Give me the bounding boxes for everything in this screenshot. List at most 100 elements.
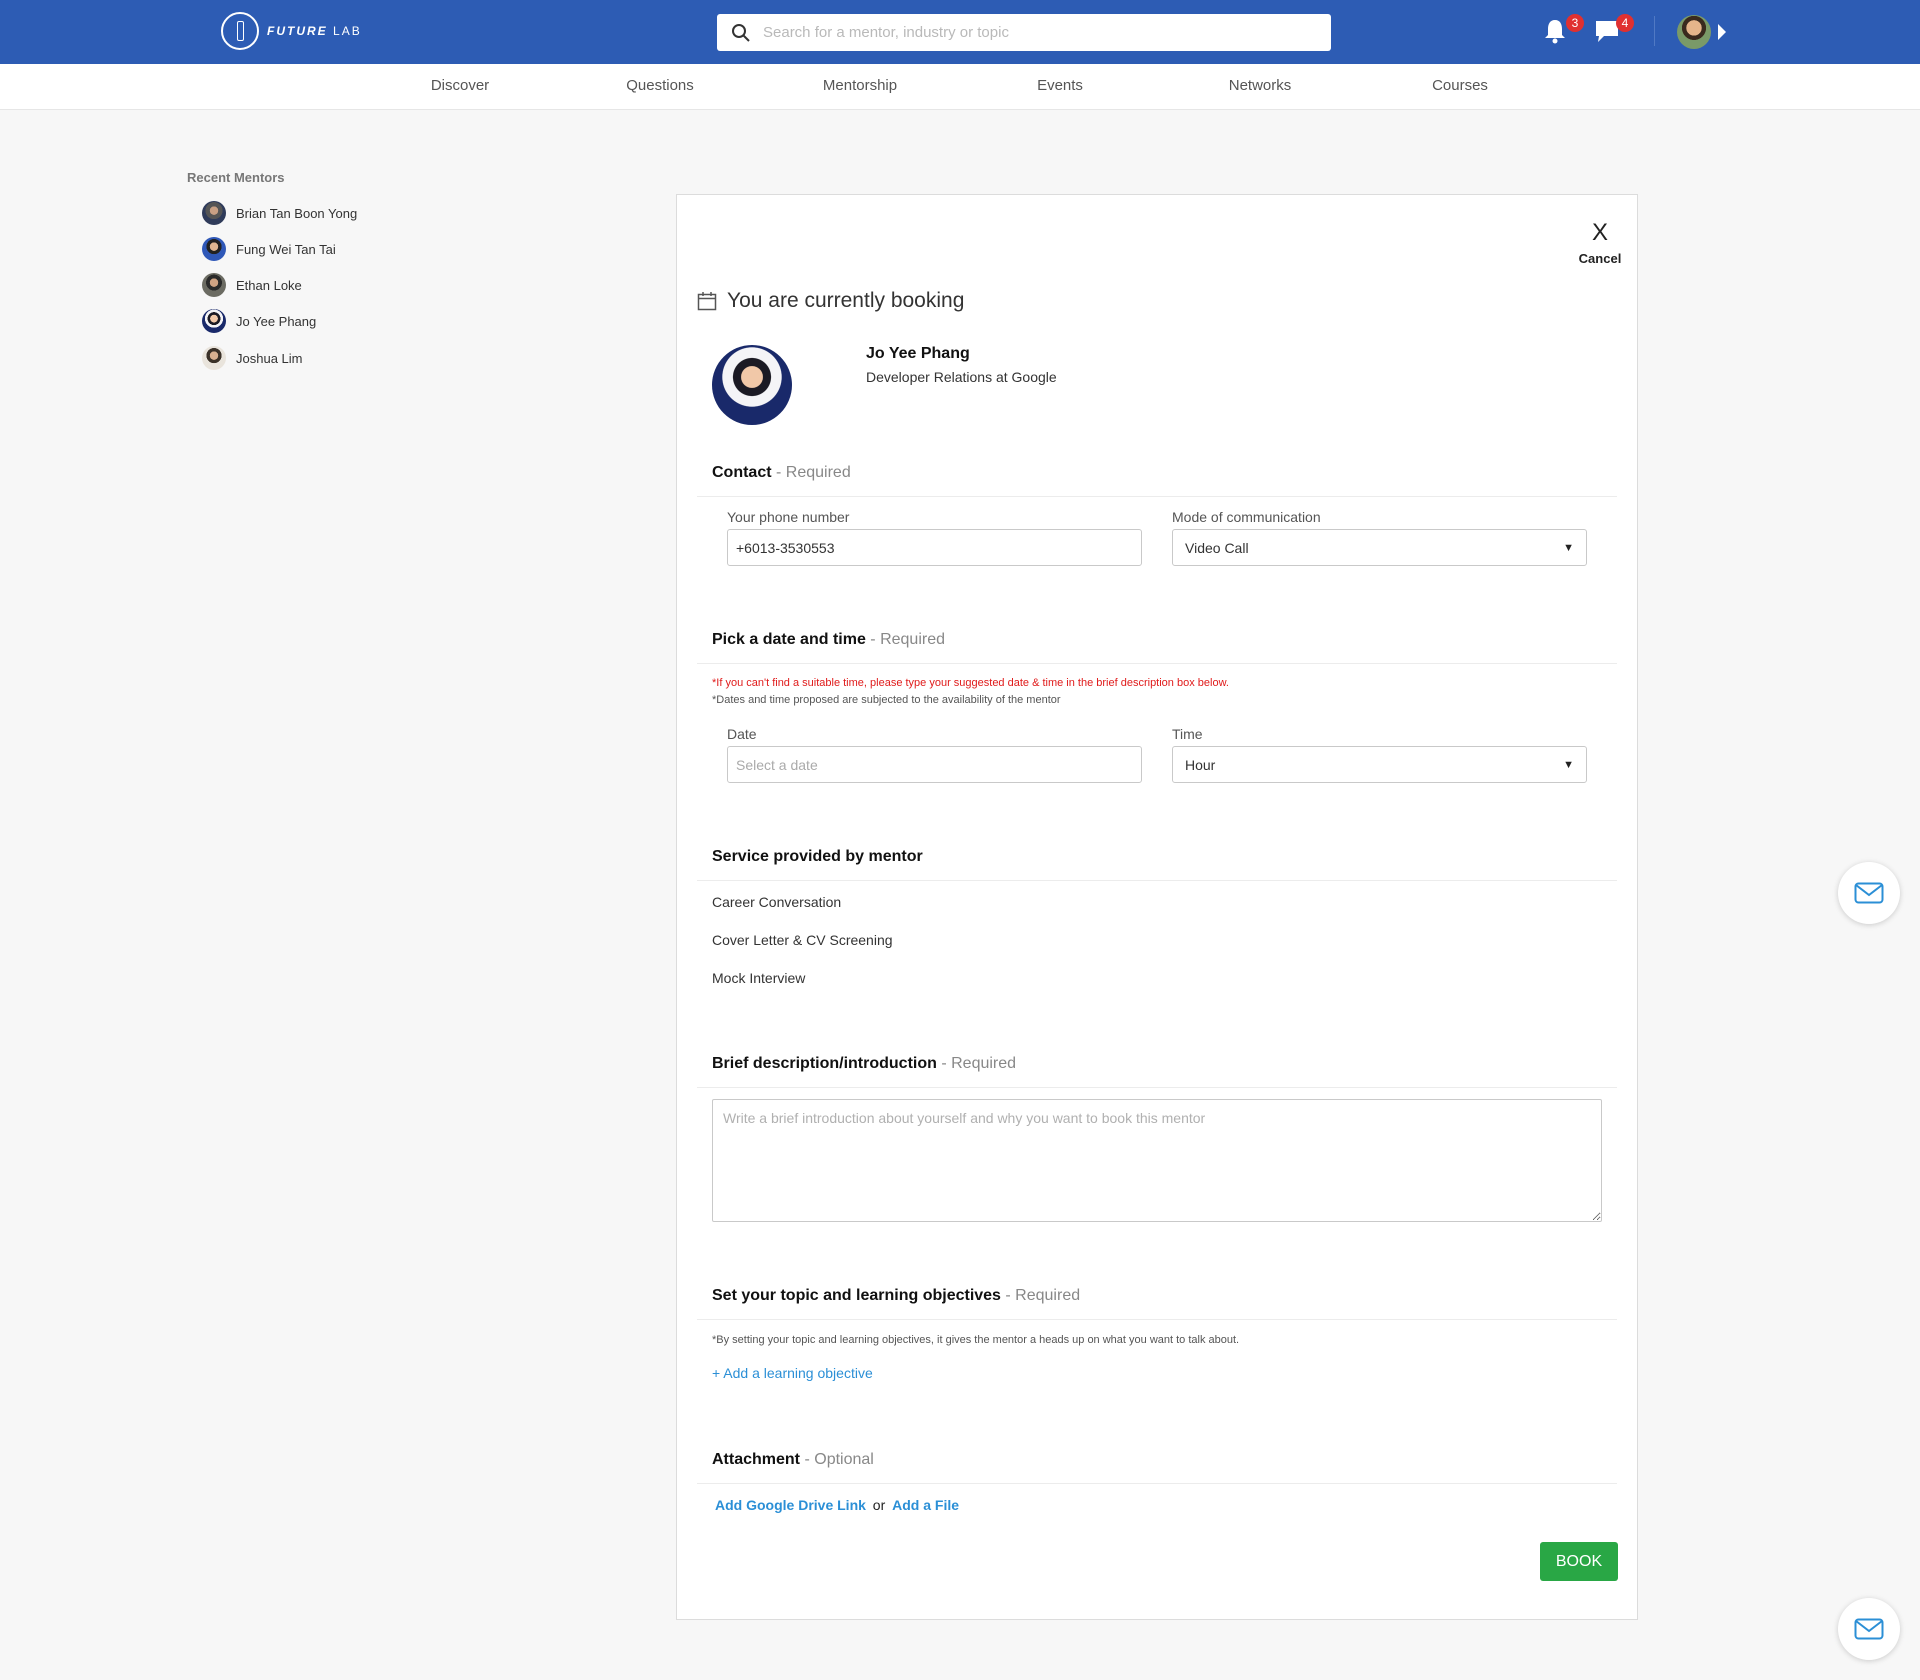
- date-input[interactable]: [727, 746, 1142, 783]
- logo-text-bold: FUTURE: [267, 24, 328, 38]
- time-select-value: Hour: [1185, 756, 1216, 773]
- section-divider: [697, 1483, 1617, 1484]
- attachment-or-text: or: [872, 1497, 886, 1513]
- mode-select[interactable]: Video Call ▼: [1172, 529, 1587, 566]
- required-tag: - Required: [870, 631, 945, 648]
- objectives-section-heading: Set your topic and learning objectives -…: [712, 1287, 1080, 1305]
- notification-count-badge: 3: [1566, 14, 1584, 32]
- recent-mentor-item[interactable]: Ethan Loke: [202, 273, 302, 297]
- logo-text-light: LAB: [333, 24, 362, 38]
- user-menu-caret-icon[interactable]: [1718, 24, 1726, 40]
- futurelab-logo[interactable]: FUTURE LAB: [221, 12, 362, 50]
- section-divider: [697, 663, 1617, 664]
- optional-tag: - Optional: [804, 1451, 874, 1468]
- mentor-name: Ethan Loke: [236, 277, 302, 293]
- close-icon: X: [1591, 219, 1608, 246]
- availability-note: *Dates and time proposed are subjected t…: [712, 694, 1061, 706]
- description-section-heading: Brief description/introduction - Require…: [712, 1055, 1016, 1073]
- mentor-role: Developer Relations at Google: [866, 369, 1057, 385]
- date-label: Date: [727, 726, 757, 742]
- section-title: Service provided by mentor: [712, 848, 923, 865]
- logo-mark-icon: [221, 12, 259, 50]
- section-divider: [697, 1087, 1617, 1088]
- time-label: Time: [1172, 726, 1203, 742]
- book-button[interactable]: BOOK: [1540, 1542, 1618, 1581]
- mentor-name-heading: Jo Yee Phang: [866, 345, 970, 362]
- nav-events[interactable]: Events: [1037, 77, 1083, 94]
- recent-mentor-item[interactable]: Brian Tan Boon Yong: [202, 201, 357, 225]
- search-bar[interactable]: [717, 14, 1331, 51]
- mentor-name: Joshua Lim: [236, 350, 303, 366]
- section-title: Set your topic and learning objectives: [712, 1287, 1001, 1304]
- description-textarea[interactable]: [712, 1099, 1602, 1222]
- section-title: Brief description/introduction: [712, 1055, 937, 1072]
- nav-questions[interactable]: Questions: [626, 77, 694, 94]
- section-divider: [697, 496, 1617, 497]
- floating-mail-button[interactable]: [1838, 862, 1900, 924]
- main-nav: Discover Questions Mentorship Events Net…: [0, 64, 1920, 110]
- user-avatar[interactable]: [1677, 15, 1711, 49]
- attachment-links: Add Google Drive Link or Add a File: [715, 1497, 959, 1513]
- section-divider: [697, 880, 1617, 881]
- nav-mentorship[interactable]: Mentorship: [823, 77, 897, 94]
- recent-mentors-title: Recent Mentors: [187, 170, 285, 185]
- notifications-button[interactable]: 3: [1543, 14, 1584, 49]
- recent-mentor-item[interactable]: Joshua Lim: [202, 346, 302, 370]
- mentor-avatar: [202, 237, 226, 261]
- nav-networks[interactable]: Networks: [1229, 77, 1292, 94]
- cancel-button[interactable]: X Cancel: [1570, 219, 1630, 267]
- attachment-section-heading: Attachment - Optional: [712, 1451, 874, 1469]
- service-item: Cover Letter & CV Screening: [712, 932, 893, 948]
- bell-icon: [1545, 20, 1565, 44]
- search-icon: [732, 23, 750, 42]
- search-input[interactable]: [761, 23, 1305, 42]
- required-tag: - Required: [776, 464, 851, 481]
- time-suggestion-note: *If you can't find a suitable time, plea…: [712, 677, 1229, 689]
- phone-label: Your phone number: [727, 509, 850, 525]
- booking-title: You are currently booking: [727, 289, 965, 312]
- section-divider: [697, 1319, 1617, 1320]
- mentor-avatar: [202, 201, 226, 225]
- mentor-avatar: [202, 346, 226, 370]
- mentor-name: Jo Yee Phang: [236, 313, 317, 329]
- time-select[interactable]: Hour ▼: [1172, 746, 1587, 783]
- header-divider: [1654, 16, 1655, 46]
- add-learning-objective-link[interactable]: + Add a learning objective: [712, 1365, 873, 1381]
- add-google-drive-link[interactable]: Add Google Drive Link: [715, 1497, 866, 1513]
- chevron-down-icon: ▼: [1563, 758, 1574, 771]
- section-title: Contact: [712, 464, 772, 481]
- mail-icon: [1854, 882, 1884, 904]
- add-file-link[interactable]: Add a File: [892, 1497, 959, 1513]
- chevron-down-icon: ▼: [1563, 541, 1574, 554]
- recent-mentor-item[interactable]: Fung Wei Tan Tai: [202, 237, 336, 261]
- mode-label: Mode of communication: [1172, 509, 1321, 525]
- nav-courses[interactable]: Courses: [1432, 77, 1488, 94]
- booking-card: X Cancel You are currently booking Jo Ye…: [676, 194, 1638, 1620]
- cancel-label: Cancel: [1578, 251, 1622, 266]
- messages-button[interactable]: 4: [1594, 14, 1634, 49]
- floating-mail-button[interactable]: [1838, 1598, 1900, 1660]
- top-header: FUTURE LAB 3 4: [0, 0, 1920, 64]
- mentor-name: Fung Wei Tan Tai: [236, 241, 336, 257]
- recent-mentor-item[interactable]: Jo Yee Phang: [202, 309, 316, 333]
- objectives-note: *By setting your topic and learning obje…: [712, 1334, 1240, 1346]
- mentor-avatar: [202, 309, 226, 333]
- mentor-profile-photo: [712, 345, 792, 425]
- phone-input[interactable]: [727, 529, 1142, 566]
- required-tag: - Required: [1005, 1287, 1081, 1304]
- mode-select-value: Video Call: [1185, 539, 1249, 556]
- service-item: Mock Interview: [712, 970, 806, 986]
- mentor-name: Brian Tan Boon Yong: [236, 205, 358, 221]
- mentor-avatar: [202, 273, 226, 297]
- mail-icon: [1854, 1618, 1884, 1640]
- booking-header: You are currently booking: [697, 289, 964, 313]
- calendar-icon: [697, 292, 717, 311]
- required-tag: - Required: [941, 1055, 1017, 1072]
- services-section-heading: Service provided by mentor: [712, 848, 923, 866]
- nav-discover[interactable]: Discover: [431, 77, 489, 94]
- section-title: Attachment: [712, 1451, 801, 1468]
- datetime-section-heading: Pick a date and time - Required: [712, 631, 945, 649]
- contact-section-heading: Contact - Required: [712, 464, 851, 482]
- section-title: Pick a date and time: [712, 631, 866, 648]
- message-count-badge: 4: [1616, 14, 1634, 32]
